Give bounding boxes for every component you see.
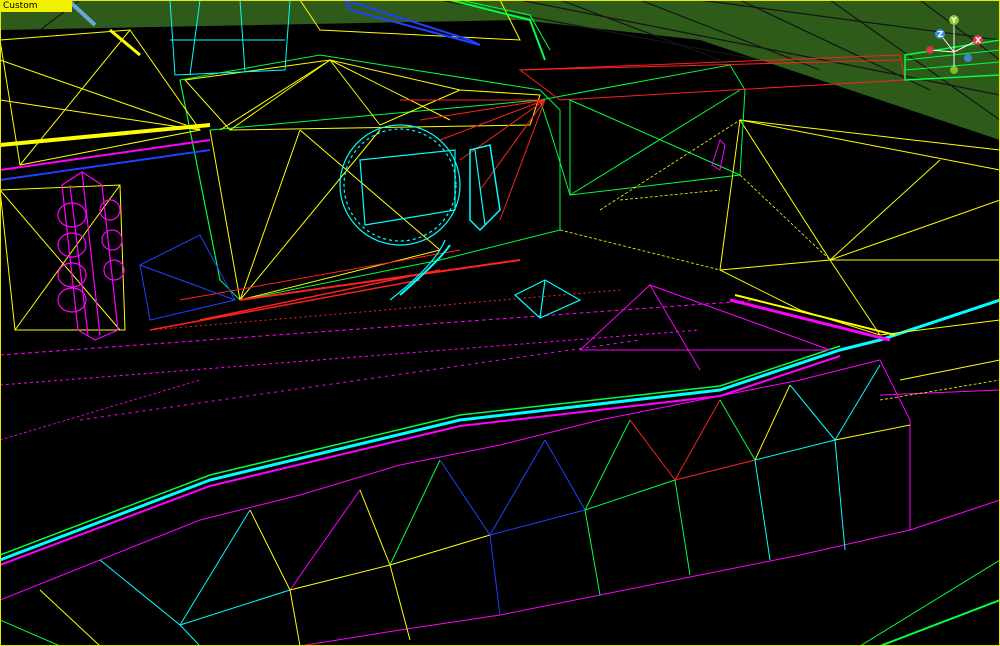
axis-y-label: Y (950, 16, 957, 25)
wire-detail (0, 119, 1000, 441)
axis-neg-y-handle[interactable] (950, 66, 958, 74)
glacis-plate (578, 119, 1000, 371)
gunner-sight (339, 124, 582, 319)
axis-gizmo[interactable]: Y Z X (918, 12, 990, 84)
ground-plane (0, 0, 1000, 140)
3d-viewport[interactable]: Custom Y Z X (0, 0, 1000, 646)
axis-x-label: X (975, 36, 982, 45)
axis-neg-z-handle[interactable] (964, 54, 972, 62)
axis-z-label: Z (938, 30, 944, 39)
view-label[interactable]: Custom (0, 0, 72, 12)
wireframe-scene[interactable] (0, 0, 1000, 646)
axis-neg-x-handle[interactable] (926, 46, 934, 54)
smoke-launcher (57, 171, 125, 341)
